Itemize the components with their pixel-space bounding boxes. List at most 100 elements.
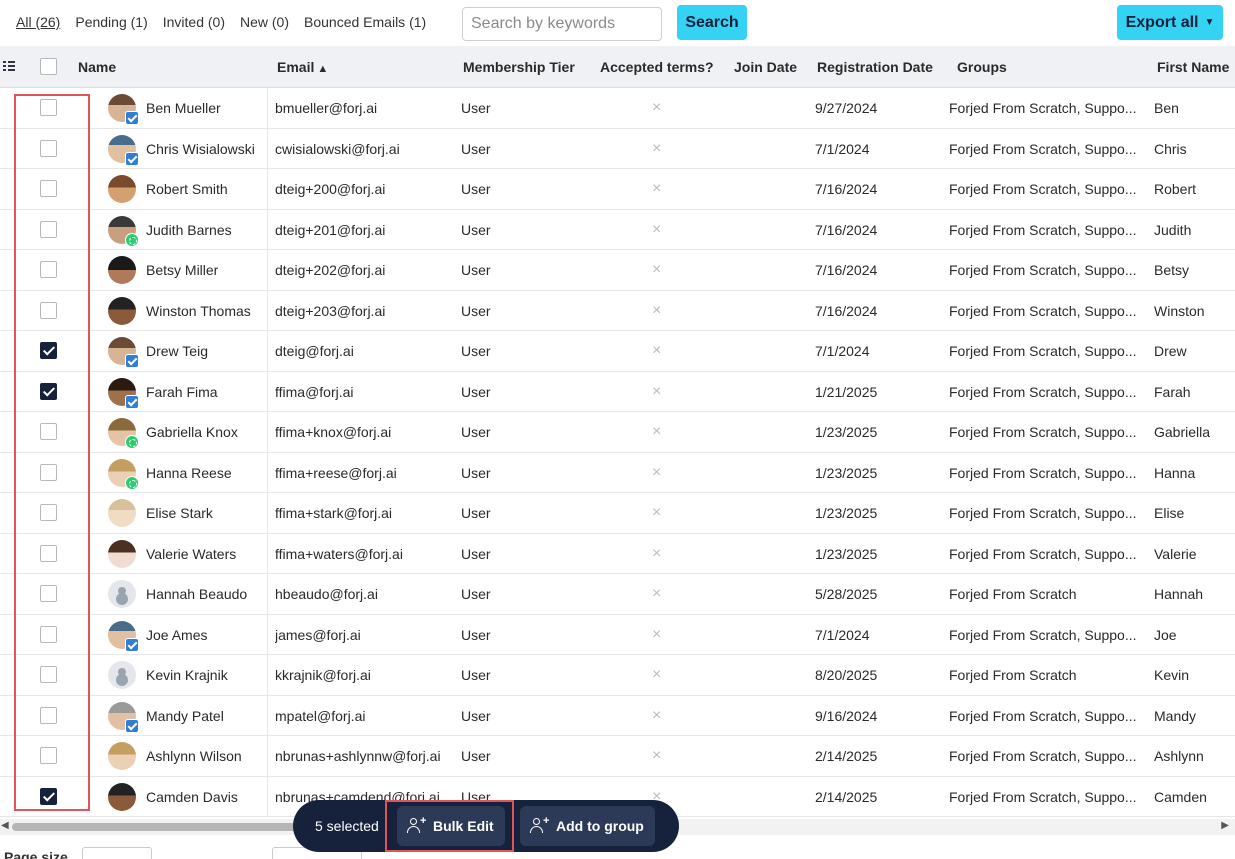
filter-new[interactable]: New (0) xyxy=(240,14,289,30)
cell-tier: User xyxy=(461,100,491,116)
scroll-right-icon[interactable]: ▶ xyxy=(1221,820,1229,831)
cell-name[interactable]: Ben Mueller xyxy=(146,88,268,128)
table-row[interactable]: Betsy Miller dteig+202@forj.ai User × 7/16/2… xyxy=(0,250,1235,291)
terms-not-accepted-icon: × xyxy=(652,139,662,157)
cell-name[interactable]: Hanna Reese xyxy=(146,452,268,493)
row-checkbox[interactable] xyxy=(40,382,57,400)
cell-join-date xyxy=(734,372,804,412)
row-checkbox[interactable] xyxy=(40,99,57,116)
cell-name[interactable]: Drew Teig xyxy=(146,331,268,371)
cell-email: hbeaudo@forj.ai xyxy=(275,586,378,602)
row-checkbox[interactable] xyxy=(40,220,57,238)
col-header-registration-date[interactable]: Registration Date xyxy=(817,46,933,88)
row-checkbox[interactable] xyxy=(40,180,57,197)
cell-name[interactable]: Kevin Krajnik xyxy=(146,655,268,695)
table-row[interactable]: Hanna Reese ffima+reese@forj.ai User × 1/23/… xyxy=(0,452,1235,493)
filter-bounced[interactable]: Bounced Emails (1) xyxy=(304,14,426,30)
table-row[interactable]: Drew Teig dteig@forj.ai User × 7/1/2024 Forje… xyxy=(0,331,1235,372)
table-row[interactable]: Valerie Waters ffima+waters@forj.ai User × 1… xyxy=(0,533,1235,574)
cell-join-date xyxy=(734,129,804,169)
table-row[interactable]: Ben Mueller bmueller@forj.ai User × 9/27/202… xyxy=(0,88,1235,129)
table-row[interactable]: Winston Thomas dteig+203@forj.ai User × 7/16… xyxy=(0,290,1235,331)
cell-join-date xyxy=(734,331,804,371)
filter-all[interactable]: All (26) xyxy=(16,14,60,30)
table-row[interactable]: Robert Smith dteig+200@forj.ai User × 7/16/2… xyxy=(0,169,1235,210)
table-row[interactable]: Gabriella Knox ffima+knox@forj.ai User × 1/2… xyxy=(0,412,1235,453)
row-checkbox[interactable] xyxy=(40,342,57,359)
row-checkbox[interactable] xyxy=(40,261,57,278)
table-row[interactable]: Farah Fima ffima@forj.ai User × 1/21/2025 For… xyxy=(0,371,1235,412)
row-checkbox[interactable] xyxy=(40,139,57,157)
col-header-tier[interactable]: Membership Tier xyxy=(463,46,575,88)
table-row[interactable]: Mandy Patel mpatel@forj.ai User × 9/16/2024 F… xyxy=(0,695,1235,736)
page-size-select[interactable] xyxy=(82,847,152,859)
cell-name[interactable]: Judith Barnes xyxy=(146,209,268,250)
terms-not-accepted-icon: × xyxy=(652,463,662,481)
column-menu-icon[interactable] xyxy=(3,61,15,73)
col-header-terms[interactable]: Accepted terms? xyxy=(600,46,714,88)
cell-join-date xyxy=(734,453,804,493)
row-checkbox[interactable] xyxy=(40,504,57,521)
cell-tier: User xyxy=(461,424,491,440)
col-header-email[interactable]: Email ▲ xyxy=(277,46,328,88)
col-header-name[interactable]: Name xyxy=(78,46,116,88)
scroll-left-icon[interactable]: ◀ xyxy=(1,820,9,831)
cell-name[interactable]: Winston Thomas xyxy=(146,290,268,331)
cell-join-date xyxy=(734,615,804,655)
cell-join-date xyxy=(734,412,804,452)
avatar xyxy=(108,94,139,125)
cell-name[interactable]: Valerie Waters xyxy=(146,533,268,574)
cell-name[interactable]: Ashlynn Wilson xyxy=(146,736,268,776)
table-row[interactable]: Ashlynn Wilson nbrunas+ashlynnw@forj.ai Us… xyxy=(0,736,1235,777)
col-header-groups[interactable]: Groups xyxy=(957,46,1007,88)
search-button[interactable]: Search xyxy=(677,5,747,40)
cell-groups: Forjed From Scratch xyxy=(949,586,1077,602)
table-row[interactable]: Hannah Beaudo hbeaudo@forj.ai User × 5/28/20… xyxy=(0,574,1235,615)
table-row[interactable]: Kevin Krajnik kkrajnik@forj.ai User × 8/20/2… xyxy=(0,655,1235,696)
table-row[interactable]: Chris Wisialowski cwisialowski@forj.ai Use… xyxy=(0,128,1235,169)
cell-join-date xyxy=(734,696,804,736)
row-checkbox[interactable] xyxy=(40,301,57,319)
row-checkbox[interactable] xyxy=(40,666,57,683)
row-checkbox[interactable] xyxy=(40,787,57,805)
scrollbar-thumb[interactable] xyxy=(12,823,332,831)
bulk-edit-button[interactable]: + Bulk Edit xyxy=(397,806,505,846)
cell-name[interactable]: Elise Stark xyxy=(146,493,268,533)
avatar xyxy=(108,701,139,733)
filter-invited[interactable]: Invited (0) xyxy=(163,14,225,30)
table-row[interactable]: Judith Barnes dteig+201@forj.ai User × 7/16/… xyxy=(0,209,1235,250)
row-checkbox[interactable] xyxy=(40,585,57,602)
cell-name[interactable]: Farah Fima xyxy=(146,371,268,412)
terms-not-accepted-icon: × xyxy=(652,544,662,562)
cell-name[interactable]: Camden Davis xyxy=(146,776,268,817)
row-checkbox[interactable] xyxy=(40,625,57,643)
cell-name[interactable]: Gabriella Knox xyxy=(146,412,268,452)
cell-name[interactable]: Chris Wisialowski xyxy=(146,128,268,169)
cell-name[interactable]: Robert Smith xyxy=(146,169,268,209)
col-header-first-name[interactable]: First Name xyxy=(1157,46,1229,88)
table-row[interactable]: Joe Ames james@forj.ai User × 7/1/2024 Forjed… xyxy=(0,614,1235,655)
cell-name[interactable]: Hannah Beaudo xyxy=(146,574,268,614)
cell-first-name: Ben xyxy=(1154,100,1179,116)
cell-name[interactable]: Betsy Miller xyxy=(146,250,268,290)
avatar xyxy=(108,458,139,490)
select-all-checkbox[interactable] xyxy=(40,58,57,75)
row-checkbox[interactable] xyxy=(40,706,57,724)
add-to-group-button[interactable]: + Add to group xyxy=(520,806,655,846)
cell-name[interactable]: Mandy Patel xyxy=(146,695,268,736)
row-checkbox[interactable] xyxy=(40,544,57,562)
cell-email: dteig+203@forj.ai xyxy=(275,302,386,319)
row-checkbox[interactable] xyxy=(40,463,57,481)
cell-tier: User xyxy=(461,140,491,157)
export-all-button[interactable]: Export all ▼ xyxy=(1117,5,1223,40)
col-header-join-date[interactable]: Join Date xyxy=(734,46,797,88)
avatar xyxy=(108,256,136,284)
row-checkbox[interactable] xyxy=(40,747,57,764)
cell-first-name: Betsy xyxy=(1154,262,1190,278)
cell-name[interactable]: Joe Ames xyxy=(146,614,268,655)
add-person-icon: + xyxy=(407,815,427,834)
row-checkbox[interactable] xyxy=(40,423,57,440)
search-input[interactable] xyxy=(462,7,662,41)
table-row[interactable]: Elise Stark ffima+stark@forj.ai User × 1/23/… xyxy=(0,493,1235,534)
filter-pending[interactable]: Pending (1) xyxy=(75,14,147,30)
